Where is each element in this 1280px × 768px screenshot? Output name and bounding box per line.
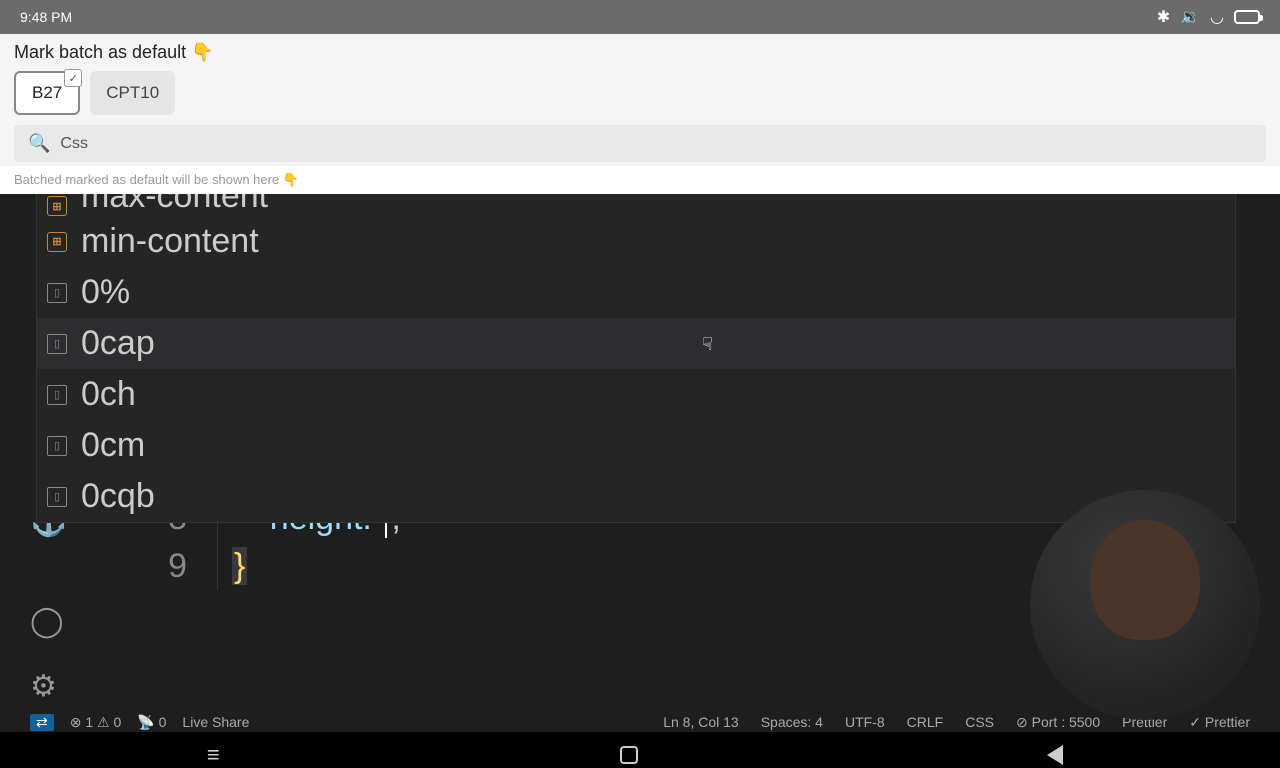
back-button[interactable] [1047,745,1087,765]
autocomplete-label: 0cap [81,324,155,363]
value-icon: ▯ [47,283,67,303]
batch-button-cpt10[interactable]: CPT10 [90,71,175,115]
encoding[interactable]: UTF-8 [845,714,885,731]
closing-brace: } [232,547,247,585]
recent-apps-button[interactable]: ≡ [193,742,233,768]
webcam-overlay [1030,490,1260,720]
code-editor: ⊞ max-content ⊞ min-content ▯ 0% ▯ 0cap … [0,194,1280,732]
autocomplete-label: min-content [81,222,259,261]
autocomplete-popup[interactable]: ⊞ max-content ⊞ min-content ▯ 0% ▯ 0cap … [36,194,1236,523]
status-icons: ✱ 🔉 ◡ [1157,7,1260,27]
search-box[interactable]: 🔍 [14,125,1266,162]
autocomplete-label: 0ch [81,375,136,414]
bluetooth-icon: ✱ [1157,7,1170,27]
value-icon: ▯ [47,334,67,354]
android-status-bar: 9:48 PM ✱ 🔉 ◡ [0,0,1280,34]
value-icon: ▯ [47,385,67,405]
live-server-port[interactable]: ⊘ Port : 5500 [1016,714,1100,731]
settings-gear-icon[interactable]: ⚙ [30,669,57,704]
autocomplete-label: 0cm [81,426,145,465]
eol[interactable]: CRLF [907,714,944,731]
batch-label: B27 [32,83,62,102]
batch-selector-row: B27 ✓ CPT10 [14,71,1266,115]
autocomplete-item[interactable]: ⊞ max-content [37,194,1235,216]
keyword-icon: ⊞ [47,196,67,216]
mouse-pointer-icon: ☟ [702,334,713,355]
autocomplete-item[interactable]: ▯ 0ch [37,369,1235,420]
cursor-position[interactable]: Ln 8, Col 13 [663,714,739,731]
volume-icon: 🔉 [1180,7,1200,27]
editor-status-bar: ⇄ ⊗ 1 ⚠ 0 📡 0 Live Share Ln 8, Col 13 Sp… [0,714,1280,732]
app-header: Mark batch as default 👇 B27 ✓ CPT10 🔍 [0,34,1280,166]
helper-text: Batched marked as default will be shown … [0,166,1280,194]
autocomplete-item[interactable]: ⊞ min-content [37,216,1235,267]
language-mode[interactable]: CSS [965,714,994,731]
android-nav-bar: ≡ [0,732,1280,768]
batch-button-b27[interactable]: B27 ✓ [14,71,80,115]
mark-batch-label: Mark batch as default 👇 [14,42,1266,63]
check-icon: ✓ [64,69,82,87]
value-icon: ▯ [47,487,67,507]
status-time: 9:48 PM [20,9,72,25]
wifi-icon: ◡ [1210,7,1224,27]
autocomplete-label: max-content [81,194,268,216]
indent-info[interactable]: Spaces: 4 [761,714,823,731]
autocomplete-label: 0cqb [81,477,155,516]
search-input[interactable] [60,135,1252,153]
live-share[interactable]: Live Share [182,714,249,731]
value-icon: ▯ [47,436,67,456]
autocomplete-item[interactable]: ▯ 0% [37,267,1235,318]
search-icon: 🔍 [28,133,50,154]
home-button[interactable] [620,746,660,764]
autocomplete-item-selected[interactable]: ▯ 0cap [37,318,1235,369]
autocomplete-item[interactable]: ▯ 0cm [37,420,1235,471]
code-line[interactable]: } [232,542,401,590]
account-icon[interactable]: ◯ [30,604,64,639]
autocomplete-item[interactable]: ▯ 0cqb [37,471,1235,522]
line-number: 9 [78,542,187,590]
keyword-icon: ⊞ [47,232,67,252]
radio-icon[interactable]: 📡 0 [137,714,166,731]
autocomplete-label: 0% [81,273,130,312]
prettier-check[interactable]: ✓ Prettier [1189,714,1250,731]
battery-icon [1234,10,1260,24]
